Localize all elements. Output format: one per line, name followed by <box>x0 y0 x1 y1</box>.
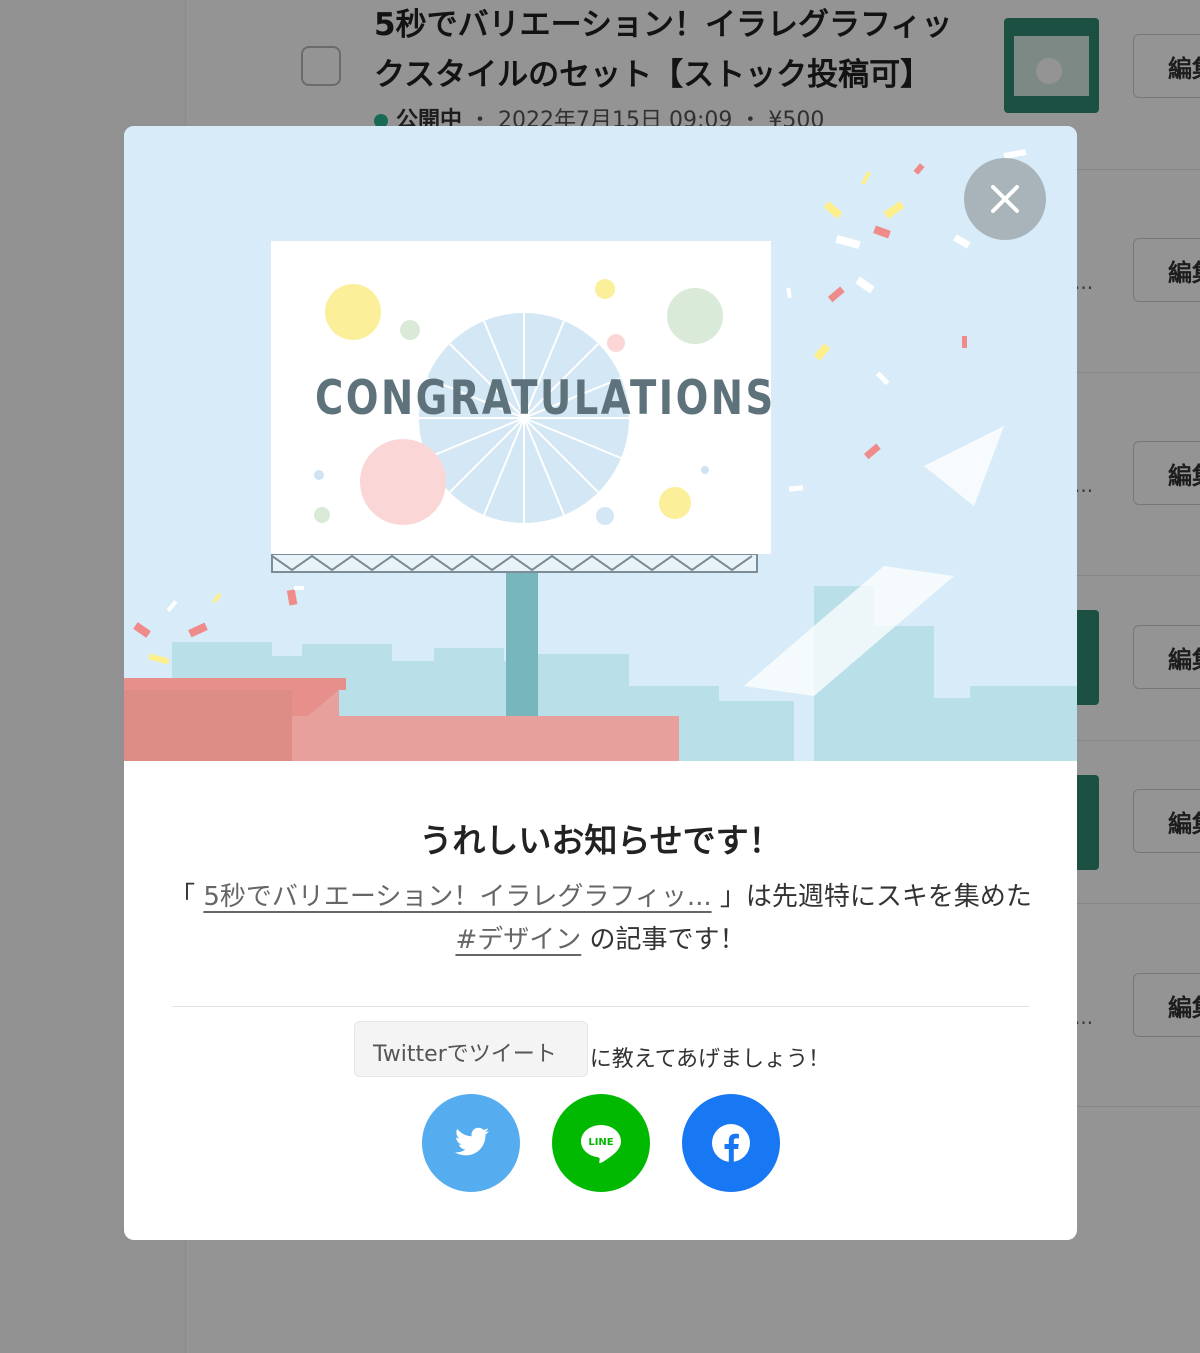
congrats-modal: CONGRATULATIONS うれしいお知らせです！ 「 5秒でバリエーション… <box>124 126 1077 1240</box>
hero-illustration: CONGRATULATIONS <box>124 126 1077 761</box>
article-link[interactable]: 5秒でバリエーション！イラレグラフィッ... <box>203 882 711 912</box>
billboard-text: CONGRATULATIONS <box>315 371 776 426</box>
twitter-share-button[interactable] <box>422 1094 520 1192</box>
close-icon <box>991 185 1019 213</box>
twitter-tooltip: Twitterでツイート <box>354 1021 588 1077</box>
share-prompt: スキしてくれたみんなに教えてあげましょう！ <box>371 1047 830 1072</box>
svg-text:LINE: LINE <box>588 1137 613 1148</box>
tag-link[interactable]: #デザイン <box>455 925 581 955</box>
line-icon: LINE <box>581 1125 621 1164</box>
facebook-share-button[interactable] <box>682 1094 780 1192</box>
modal-heading: うれしいお知らせです！ <box>419 821 782 860</box>
modal-description: 「 5秒でバリエーション！イラレグラフィッ... 」は先週特にスキを集めた #デ… <box>169 882 1032 955</box>
twitter-icon <box>454 1127 489 1156</box>
divider <box>172 1006 1029 1007</box>
close-button[interactable] <box>964 158 1046 240</box>
facebook-icon <box>712 1124 750 1162</box>
line-share-button[interactable]: LINE <box>552 1094 650 1192</box>
